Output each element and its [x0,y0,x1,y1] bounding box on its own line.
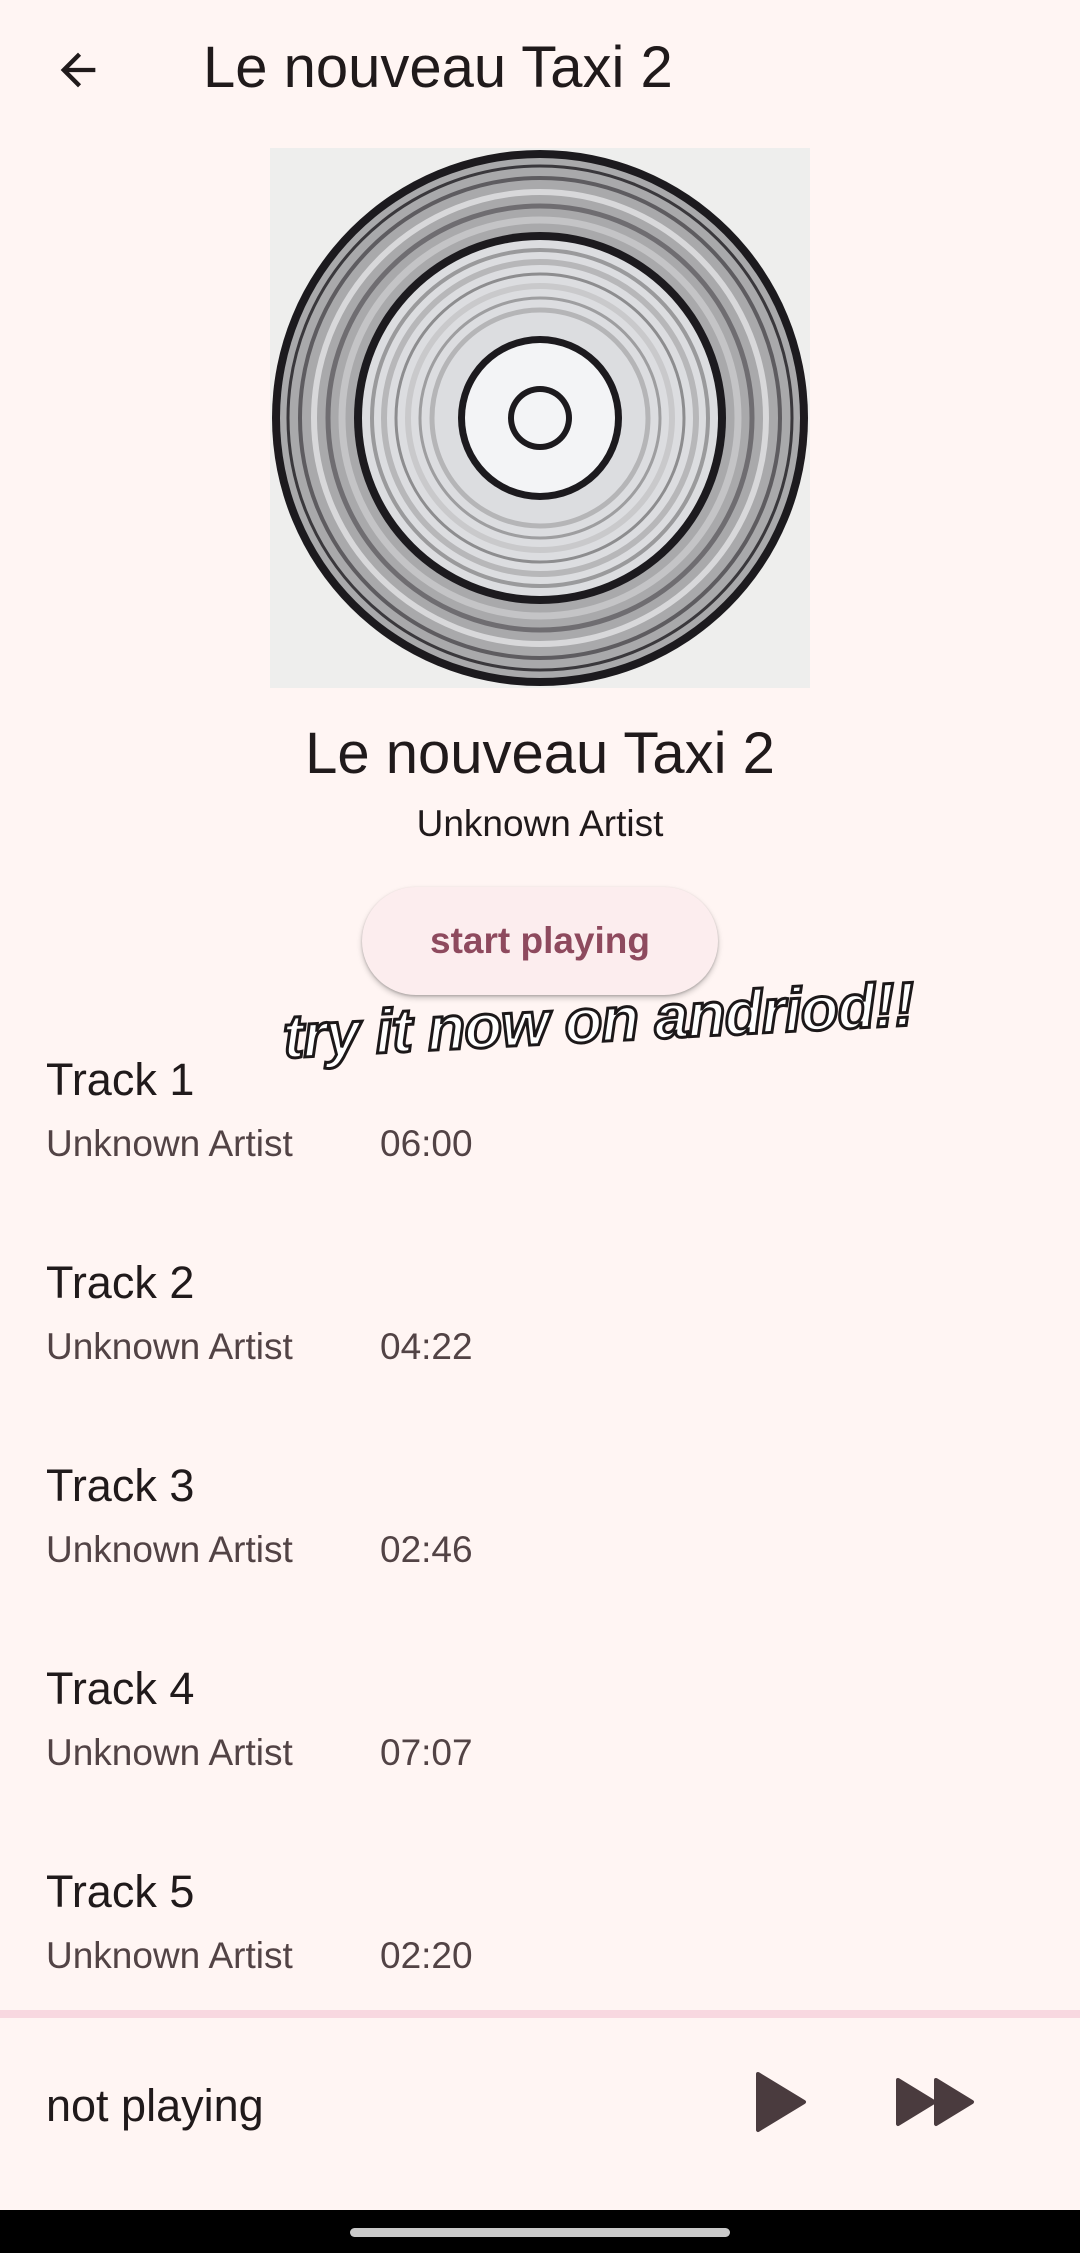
track-duration: 04:22 [380,1326,473,1367]
track-duration: 07:07 [380,1732,473,1773]
track-list: Track 1 Unknown Artist 06:00 Track 2 Unk… [0,1030,1080,2045]
track-item[interactable]: Track 3 Unknown Artist 02:46 [0,1436,1080,1639]
track-artist: Unknown Artist [46,1123,293,1164]
player-bar: not playing [0,2010,1080,2218]
vinyl-record-artwork [270,148,810,688]
album-title: Le nouveau Taxi 2 [305,721,775,786]
play-button[interactable] [736,2058,824,2146]
system-navigation-bar [0,2210,1080,2253]
album-cover [270,148,810,688]
arrow-back-icon [60,52,96,88]
track-artist: Unknown Artist [46,1935,293,1976]
track-duration: 02:20 [380,1935,473,1976]
fast-forward-icon [896,2078,974,2126]
track-title: Track 1 [46,1054,195,1105]
app-bar: Le nouveau Taxi 2 [0,0,1080,140]
home-indicator[interactable] [350,2228,730,2237]
fast-forward-button[interactable] [886,2058,986,2146]
back-button[interactable] [38,30,118,110]
track-duration: 06:00 [380,1123,473,1164]
album-artist: Unknown Artist [416,803,664,844]
track-artist: Unknown Artist [46,1529,293,1570]
track-artist: Unknown Artist [46,1732,293,1773]
track-item[interactable]: Track 4 Unknown Artist 07:07 [0,1639,1080,1842]
page-title: Le nouveau Taxi 2 [203,35,673,100]
play-icon [756,2072,806,2132]
track-artist: Unknown Artist [46,1326,293,1367]
track-duration: 02:46 [380,1529,473,1570]
track-item[interactable]: Track 1 Unknown Artist 06:00 [0,1030,1080,1233]
player-status: not playing [46,2080,264,2131]
track-title: Track 5 [46,1866,195,1917]
track-title: Track 2 [46,1257,195,1308]
start-playing-button[interactable]: start playing [362,887,718,995]
track-item[interactable]: Track 2 Unknown Artist 04:22 [0,1233,1080,1436]
track-title: Track 4 [46,1663,195,1714]
track-title: Track 3 [46,1460,195,1511]
